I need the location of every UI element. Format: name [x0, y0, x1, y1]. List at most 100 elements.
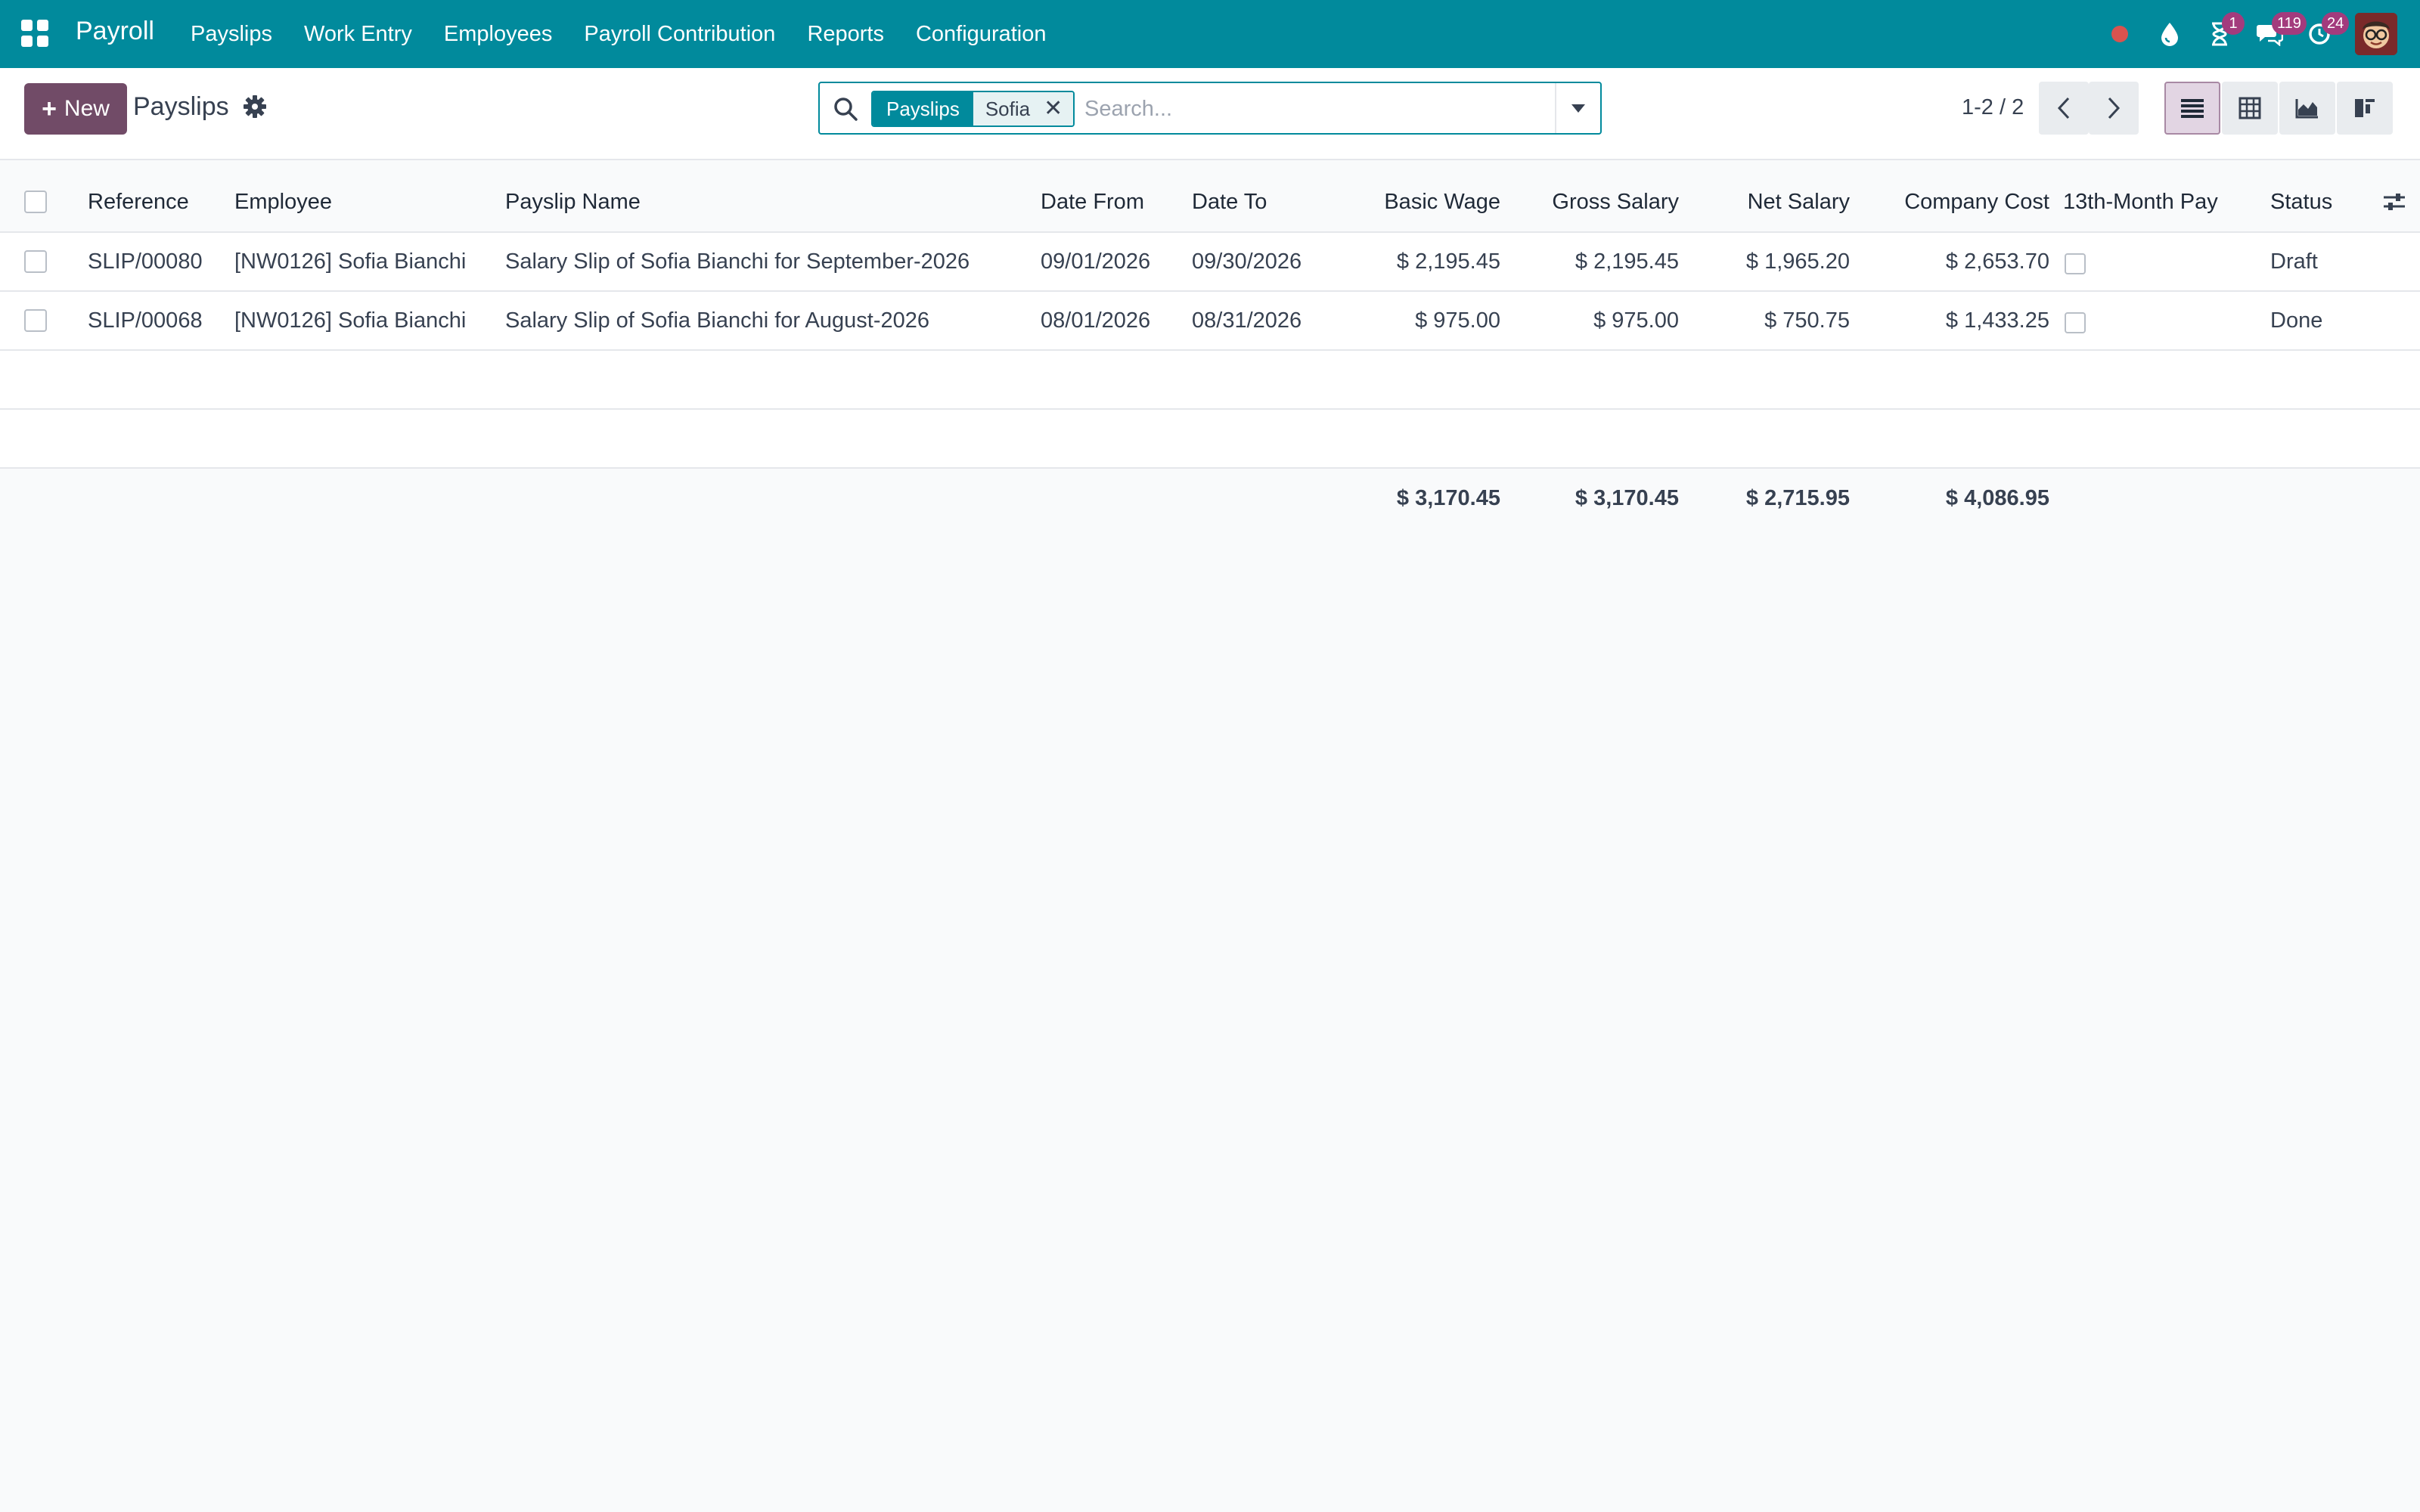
view-pivot-button[interactable]	[2222, 82, 2278, 135]
cell-payslip-name: Salary Slip of Sofia Bianchi for August-…	[505, 308, 929, 333]
select-all-cell	[24, 160, 47, 231]
chevron-right-icon	[2108, 97, 2121, 119]
cell-date-to: 08/31/2026	[1192, 308, 1302, 333]
water-drop-icon	[2161, 23, 2178, 46]
cell-gross-salary: $ 975.00	[1593, 308, 1679, 333]
column-header-date-from[interactable]: Date From	[1041, 160, 1144, 231]
menu-item-reports[interactable]: Reports	[807, 22, 884, 47]
messages-button[interactable]: 119	[2245, 0, 2307, 68]
user-avatar[interactable]	[2355, 13, 2397, 55]
facet-close-icon[interactable]: ✕	[1044, 98, 1063, 120]
menu-item-payroll-contribution[interactable]: Payroll Contribution	[584, 22, 775, 47]
column-header-net-salary[interactable]: Net Salary	[1748, 160, 1850, 231]
total-company-cost: $ 4,086.95	[1945, 485, 2049, 510]
control-panel: + New Payslips Payslips Sofia ✕ Search..…	[0, 68, 2420, 160]
chevron-left-icon	[2057, 97, 2070, 119]
cell-employee: [NW0126] Sofia Bianchi	[234, 308, 467, 333]
apps-menu-icon[interactable]	[21, 20, 48, 47]
pager-value[interactable]: 1-2 / 2	[1962, 95, 2024, 120]
plus-icon: +	[42, 94, 57, 123]
cell-employee: [NW0126] Sofia Bianchi	[234, 249, 467, 274]
app-brand[interactable]: Payroll	[76, 17, 154, 46]
cell-company-cost: $ 1,433.25	[1945, 308, 2049, 333]
list-view-icon	[2181, 99, 2204, 118]
cell-reference: SLIP/00068	[88, 308, 203, 333]
payslip-list: Reference Employee Payslip Name Date Fro…	[0, 160, 2420, 528]
cell-basic-wage: $ 2,195.45	[1396, 249, 1500, 274]
column-header-13th-month-pay[interactable]: 13th-Month Pay	[2063, 160, 2218, 231]
row-checkbox[interactable]	[24, 250, 47, 273]
menu-item-employees[interactable]: Employees	[444, 22, 552, 47]
13th-month-pay-checkbox	[2065, 312, 2086, 333]
facet-label: Payslips	[873, 92, 973, 125]
search-input[interactable]	[1084, 91, 1538, 127]
kanban-icon	[2355, 99, 2375, 117]
table-row[interactable]: SLIP/00080 [NW0126] Sofia Bianchi Salary…	[0, 233, 2420, 292]
main-menu: Payslips Work Entry Employees Payroll Co…	[191, 0, 1046, 68]
column-header-payslip-name[interactable]: Payslip Name	[505, 160, 641, 231]
column-header-reference[interactable]: Reference	[88, 160, 189, 231]
cell-date-from: 08/01/2026	[1041, 308, 1151, 333]
activities-badge: 1	[2222, 12, 2245, 35]
pager-previous-button[interactable]	[2039, 82, 2089, 135]
total-net-salary: $ 2,715.95	[1745, 485, 1850, 510]
search-options-toggle[interactable]	[1555, 83, 1600, 133]
view-list-button[interactable]	[2164, 82, 2220, 135]
systray: 1 119 24	[2095, 0, 2420, 68]
activities-button[interactable]: 1	[2195, 0, 2245, 68]
new-button-label: New	[64, 96, 110, 121]
drop-icon-button[interactable]	[2145, 0, 2195, 68]
facet-value-text: Sofia	[985, 97, 1031, 120]
menu-item-configuration[interactable]: Configuration	[916, 22, 1047, 47]
row-select-cell	[24, 292, 47, 349]
column-header-employee[interactable]: Employee	[234, 160, 332, 231]
empty-row	[0, 351, 2420, 410]
new-button[interactable]: + New	[24, 83, 127, 135]
row-select-cell	[24, 233, 47, 290]
cell-date-from: 09/01/2026	[1041, 249, 1151, 274]
optional-columns-toggle[interactable]	[2382, 160, 2406, 231]
cell-net-salary: $ 1,965.20	[1745, 249, 1850, 274]
updates-button[interactable]: 24	[2294, 0, 2350, 68]
cell-13th-month-pay	[2065, 292, 2086, 349]
top-navbar: Payroll Payslips Work Entry Employees Pa…	[0, 0, 2420, 68]
column-header-basic-wage[interactable]: Basic Wage	[1384, 160, 1500, 231]
table-row[interactable]: SLIP/00068 [NW0126] Sofia Bianchi Salary…	[0, 292, 2420, 351]
cell-date-to: 09/30/2026	[1192, 249, 1302, 274]
cell-status: Draft	[2270, 249, 2318, 274]
search-facet: Payslips Sofia ✕	[871, 91, 1075, 127]
caret-down-icon	[1571, 104, 1585, 113]
view-graph-button[interactable]	[2279, 82, 2335, 135]
search-icon[interactable]	[832, 95, 859, 122]
recording-indicator[interactable]	[2095, 0, 2145, 68]
menu-item-payslips[interactable]: Payslips	[191, 22, 272, 47]
pivot-table-icon	[2238, 97, 2261, 119]
view-kanban-button[interactable]	[2337, 82, 2393, 135]
empty-row	[0, 410, 2420, 469]
cell-13th-month-pay	[2065, 233, 2086, 290]
facet-value: Sofia ✕	[973, 92, 1074, 125]
column-header-status[interactable]: Status	[2270, 160, 2332, 231]
column-header-date-to[interactable]: Date To	[1192, 160, 1267, 231]
menu-item-work-entry[interactable]: Work Entry	[304, 22, 412, 47]
cell-net-salary: $ 750.75	[1764, 308, 1850, 333]
row-checkbox[interactable]	[24, 309, 47, 332]
pager-next-button[interactable]	[2089, 82, 2139, 135]
cell-reference: SLIP/00080	[88, 249, 203, 274]
cell-gross-salary: $ 2,195.45	[1575, 249, 1679, 274]
sliders-icon	[2384, 194, 2405, 210]
cell-company-cost: $ 2,653.70	[1945, 249, 2049, 274]
avatar-image	[2355, 13, 2397, 55]
table-footer-totals: $ 3,170.45 $ 3,170.45 $ 2,715.95 $ 4,086…	[0, 469, 2420, 528]
cell-status: Done	[2270, 308, 2323, 333]
area-chart-icon	[2295, 99, 2318, 119]
page-title[interactable]: Payslips	[133, 92, 229, 122]
column-header-gross-salary[interactable]: Gross Salary	[1552, 160, 1679, 231]
gear-icon[interactable]	[242, 94, 268, 119]
select-all-checkbox[interactable]	[24, 191, 47, 213]
table-header: Reference Employee Payslip Name Date Fro…	[0, 160, 2420, 233]
search-box: Payslips Sofia ✕	[818, 82, 1602, 135]
total-basic-wage: $ 3,170.45	[1396, 485, 1500, 510]
column-header-company-cost[interactable]: Company Cost	[1904, 160, 2049, 231]
record-dot-icon	[2111, 26, 2128, 42]
